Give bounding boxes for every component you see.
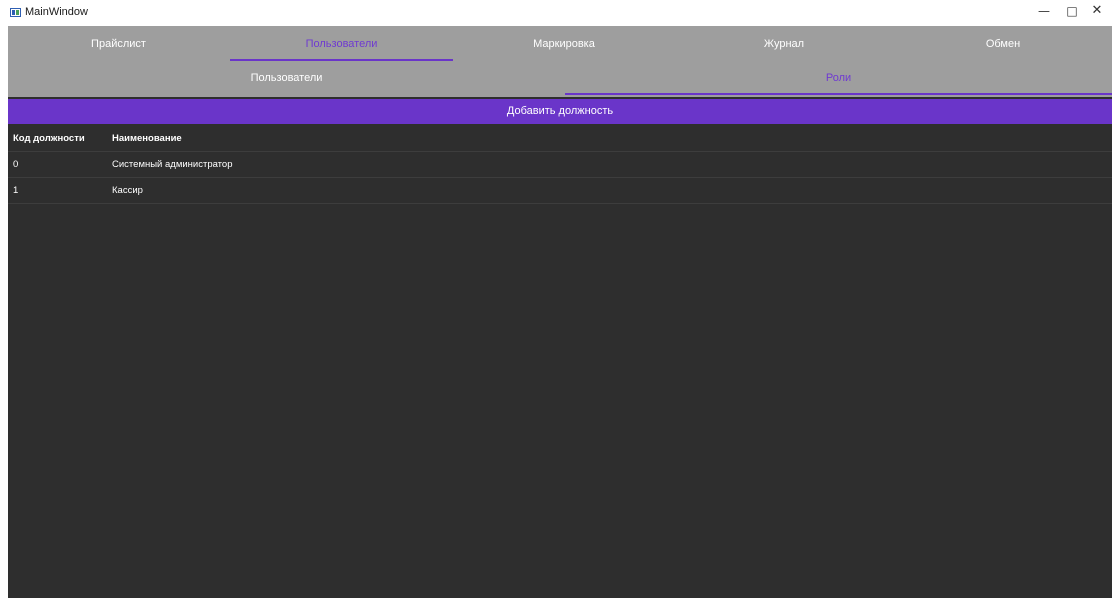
column-header-code[interactable]: Код должности — [13, 126, 85, 151]
window-title: MainWindow — [25, 6, 88, 18]
tab-label: Журнал — [763, 38, 805, 50]
add-position-button[interactable]: Добавить должность — [8, 99, 1112, 124]
tab-marking[interactable]: Маркировка — [454, 26, 674, 62]
table-row[interactable]: 0 Системный администратор — [8, 152, 1112, 178]
tab-pricelist[interactable]: Прайслист — [8, 26, 229, 62]
sub-tab-bar: Пользователи Роли — [8, 62, 1112, 97]
tab-label: Обмен — [985, 38, 1021, 50]
table-row[interactable]: 1 Кассир — [8, 178, 1112, 204]
subtab-users[interactable]: Пользователи — [8, 62, 565, 97]
table-header: Код должности Наименование — [8, 126, 1112, 152]
subtab-roles[interactable]: Роли — [565, 62, 1112, 97]
positions-table: Код должности Наименование 0 Системный а… — [8, 126, 1112, 204]
tab-exchange[interactable]: Обмен — [894, 26, 1112, 62]
app-content: Прайслист Пользователи Маркировка Журнал… — [8, 26, 1112, 598]
tab-label: Маркировка — [533, 38, 595, 50]
column-header-name[interactable]: Наименование — [112, 126, 182, 151]
subtab-label: Роли — [825, 72, 852, 84]
close-icon[interactable]: ✕ — [1084, 0, 1110, 26]
app-icon — [10, 8, 21, 17]
subtab-label: Пользователи — [250, 72, 323, 84]
cell-name: Кассир — [112, 185, 143, 196]
title-bar: MainWindow — □ ✕ — [0, 0, 1112, 26]
maximize-icon[interactable]: □ — [1059, 0, 1085, 26]
tab-label: Пользователи — [305, 38, 378, 50]
tab-users[interactable]: Пользователи — [229, 26, 454, 62]
minimize-icon[interactable]: — — [1031, 0, 1057, 26]
cell-code: 1 — [13, 185, 19, 196]
tab-journal[interactable]: Журнал — [674, 26, 894, 62]
tab-label: Прайслист — [91, 38, 146, 50]
cell-code: 0 — [13, 159, 19, 170]
main-tab-bar: Прайслист Пользователи Маркировка Журнал… — [8, 26, 1112, 62]
cell-name: Системный администратор — [112, 159, 233, 170]
